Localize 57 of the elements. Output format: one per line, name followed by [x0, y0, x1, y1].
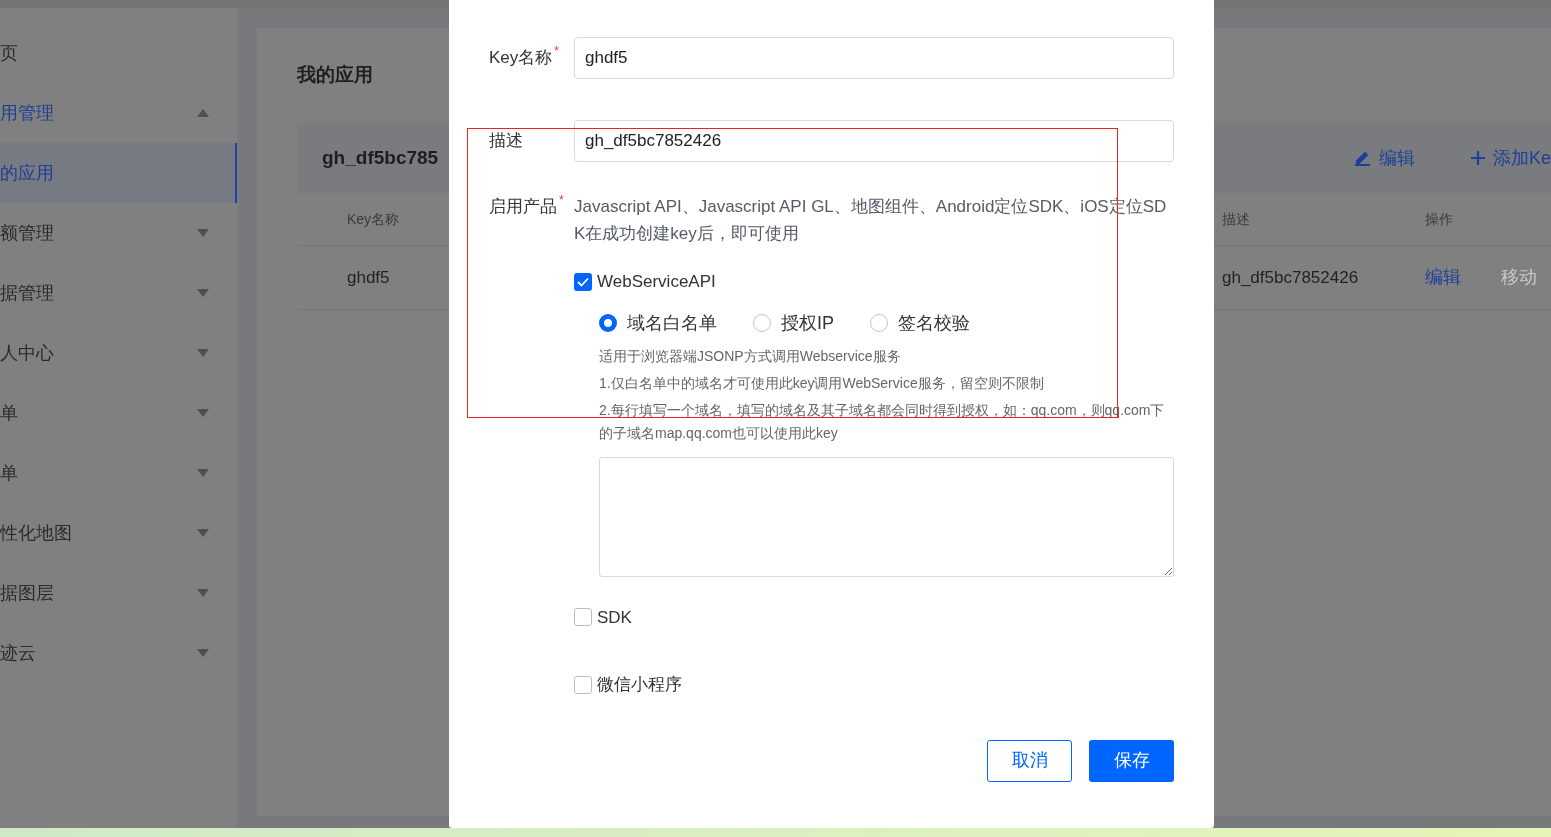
cancel-button[interactable]: 取消	[987, 739, 1072, 782]
sidebar-item[interactable]: 据管理	[0, 263, 237, 323]
sidebar-item[interactable]: 单	[0, 443, 237, 503]
table-cell: ghdf5	[347, 267, 390, 287]
input-field[interactable]: gh_df5bc7852426	[574, 120, 1174, 162]
column-header: Key名称	[347, 211, 400, 227]
help-text: 1.仅白名单中的域名才可使用此key调用WebService服务，留空则不限制	[599, 373, 1045, 393]
field-label: 描述	[489, 130, 523, 153]
radio-label: 签名校验	[898, 311, 970, 335]
caret-icon	[197, 469, 209, 477]
add-key-link[interactable]: 添加Ke	[1470, 144, 1551, 172]
checkbox[interactable]	[574, 675, 592, 694]
save-button[interactable]: 保存	[1089, 739, 1174, 782]
radio-button[interactable]	[599, 314, 617, 332]
domain-input-field[interactable]	[599, 456, 1174, 577]
sidebar-item[interactable]: 迹云	[0, 623, 237, 683]
sidebar-item[interactable]: 额管理	[0, 203, 237, 263]
column-header: 描述	[1222, 211, 1250, 227]
check-icon	[577, 276, 589, 287]
sidebar-item[interactable]: 性化地图	[0, 503, 237, 563]
caret-icon	[197, 409, 209, 417]
option-label: SDK	[597, 606, 632, 629]
pencil-icon	[1353, 150, 1371, 166]
sidebar-item[interactable]: 用管理	[0, 83, 237, 143]
field-label: Key名称	[489, 47, 553, 70]
input-field[interactable]: ghdf5	[574, 37, 1174, 79]
table-cell: gh_df5bc7852426	[1222, 267, 1359, 287]
page-title: 我的应用	[297, 64, 373, 85]
checkbox[interactable]	[574, 272, 592, 291]
caret-icon	[197, 229, 209, 237]
required-mark: *	[554, 45, 559, 58]
caret-icon	[197, 649, 209, 657]
required-mark: *	[559, 194, 564, 206]
sidebar-item[interactable]: 据图层	[0, 563, 237, 623]
radio-button[interactable]	[753, 314, 771, 332]
caret-icon	[197, 109, 209, 117]
option-label: 微信小程序	[597, 674, 682, 696]
field-label: 启用产品	[489, 196, 557, 218]
edit-link[interactable]: 编辑	[1353, 144, 1415, 172]
row-action-link[interactable]: 编辑	[1425, 264, 1461, 291]
caret-icon	[197, 529, 209, 537]
caret-icon	[197, 349, 209, 357]
sidebar-item[interactable]: 页	[0, 23, 237, 83]
radio-label: 授权IP	[781, 311, 834, 335]
column-header: 操作	[1425, 211, 1453, 227]
sidebar-item[interactable]: 单	[0, 383, 237, 443]
caret-icon	[197, 289, 209, 297]
sidebar-item[interactable]: 人中心	[0, 323, 237, 383]
sidebar-item[interactable]: 的应用	[0, 143, 237, 203]
help-text: 适用于浏览器端JSONP方式调用Webservice服务	[599, 346, 902, 366]
checkbox[interactable]	[574, 608, 592, 627]
caret-icon	[197, 589, 209, 597]
option-label: WebServiceAPI	[597, 271, 716, 293]
radio-label: 域名白名单	[627, 311, 717, 335]
plus-icon	[1470, 151, 1485, 165]
radio-button[interactable]	[870, 314, 888, 332]
app-name: gh_df5bc785	[322, 145, 439, 170]
